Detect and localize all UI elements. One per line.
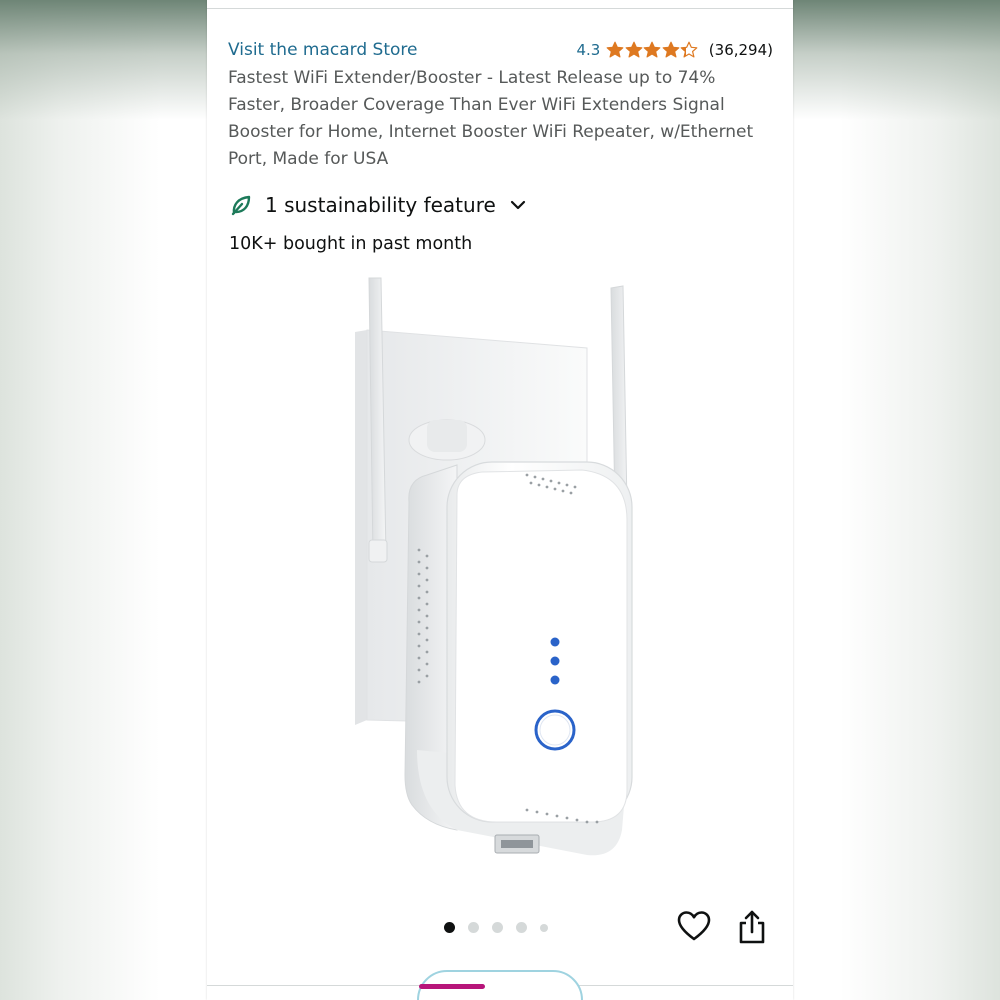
pagination-dot[interactable] — [516, 922, 527, 933]
heart-icon[interactable] — [677, 910, 711, 944]
star-icon — [680, 41, 698, 58]
share-icon[interactable] — [737, 909, 767, 945]
divider — [207, 8, 793, 9]
star-icon — [662, 41, 680, 58]
visit-store-link[interactable]: Visit the macard Store — [228, 40, 418, 60]
pagination-dot-active[interactable] — [444, 922, 455, 933]
bought-count: 10K+ bought in past month — [229, 234, 473, 254]
product-image[interactable] — [347, 270, 647, 870]
product-title: Fastest WiFi Extender/Booster - Latest R… — [228, 68, 754, 169]
star-icon — [606, 41, 624, 58]
review-count[interactable]: (36,294) — [709, 41, 773, 59]
star-icon — [643, 41, 661, 58]
pagination-dot[interactable] — [492, 922, 503, 933]
leaf-icon — [229, 193, 253, 217]
chevron-down-icon — [508, 195, 528, 215]
product-page: Visit the macard Store 4.3 (36,294) Fast… — [207, 0, 793, 1000]
star-rating — [606, 41, 699, 59]
pagination-dot[interactable] — [540, 923, 548, 932]
bottom-tab-indicator — [419, 984, 485, 989]
sustainability-toggle[interactable]: 1 sustainability feature — [229, 190, 528, 220]
star-icon — [625, 41, 643, 58]
rating-value: 4.3 — [576, 41, 601, 59]
rating-summary[interactable]: 4.3 (36,294) — [576, 41, 773, 59]
sustainability-label: 1 sustainability feature — [265, 193, 496, 217]
store-row: Visit the macard Store 4.3 (36,294) — [228, 38, 773, 64]
image-pagination — [444, 922, 561, 933]
pagination-dot[interactable] — [468, 922, 479, 933]
